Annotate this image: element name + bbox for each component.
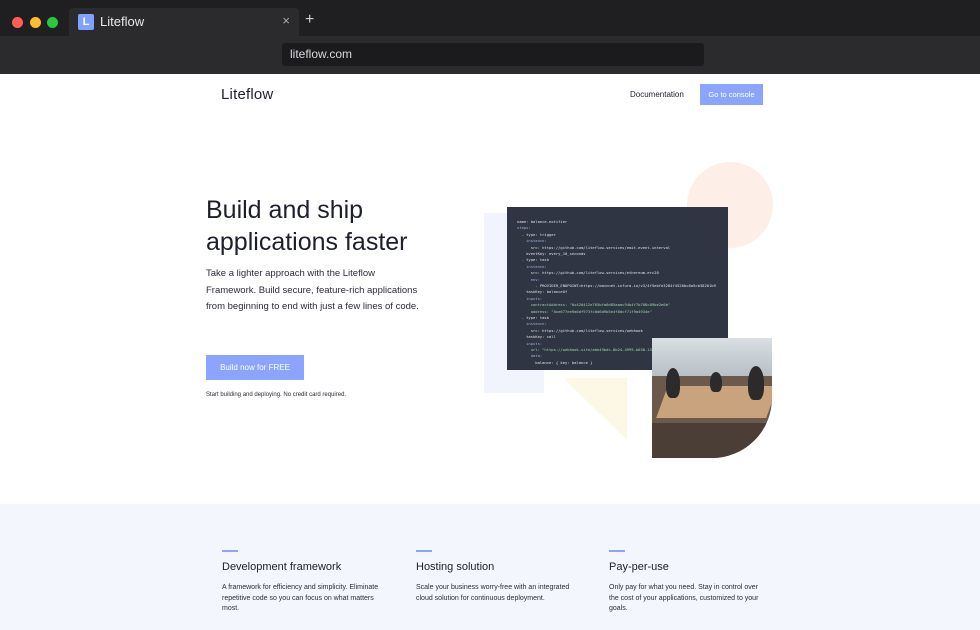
code-line: - PROVIDER_ENDPOINT=https://mainnet.infu… — [517, 283, 716, 288]
webpage: Liteflow Documentation Go to console Bui… — [0, 74, 980, 630]
features-section: Development framework A framework for ef… — [0, 504, 980, 630]
feature-text: Only pay for what you need. Stay in cont… — [609, 584, 759, 612]
feature-pay-per-use: Pay-per-use Only pay for what you need. … — [609, 550, 769, 615]
code-line: instance: — [517, 263, 547, 269]
cta-note: Start building and deploying. No credit … — [206, 392, 347, 398]
code-line: inputs: — [517, 295, 543, 301]
photo-floor — [652, 423, 772, 458]
code-line: src: https://github.com/liteflow-service… — [517, 327, 643, 333]
feature-title: Development framework — [222, 561, 342, 573]
code-line: src: https://github.com/liteflow-service… — [517, 270, 659, 276]
code-line: instance: — [517, 238, 547, 244]
photo-person — [748, 366, 764, 400]
code-line: - type: trigger — [517, 231, 556, 237]
feature-accent-bar — [222, 550, 238, 552]
code-line: eventKey: every_10_seconds — [517, 251, 586, 256]
decorative-shape — [563, 378, 627, 440]
feature-hosting: Hosting solution Scale your business wor… — [416, 550, 576, 604]
build-now-button[interactable]: Build now for FREE — [206, 355, 304, 380]
code-line: inputs: — [517, 340, 543, 346]
code-line: taskKey: call — [517, 334, 556, 340]
hero-description: Take a lighter approach with the Liteflo… — [206, 268, 419, 312]
site-logo[interactable]: Liteflow — [221, 86, 273, 103]
tab-close-icon[interactable]: × — [282, 13, 290, 28]
feature-development: Development framework A framework for ef… — [222, 550, 382, 615]
close-window-button[interactable] — [12, 17, 23, 28]
maximize-window-button[interactable] — [47, 17, 58, 28]
feature-accent-bar — [609, 550, 625, 552]
feature-accent-bar — [416, 550, 432, 552]
feature-text: A framework for efficiency and simplicit… — [222, 584, 379, 612]
tab-title: Liteflow — [100, 14, 145, 29]
new-tab-icon[interactable]: + — [305, 12, 314, 28]
hero-title: Build and ship applications faster — [206, 196, 408, 256]
favicon-icon: L — [78, 14, 94, 30]
browser-chrome: L Liteflow × + liteflow.com — [0, 0, 980, 74]
browser-tab[interactable]: L Liteflow × — [69, 8, 299, 36]
code-line: address: "0xe677ee9a6df973fc0d6d9b5e4f8d… — [517, 308, 652, 314]
feature-title: Hosting solution — [416, 561, 495, 573]
code-line: data: — [517, 353, 543, 359]
code-line: taskKey: balanceOf — [517, 289, 568, 295]
go-to-console-button[interactable]: Go to console — [700, 84, 763, 105]
code-line: - type: task — [517, 315, 550, 320]
address-bar-url: liteflow.com — [290, 47, 353, 61]
tab-strip: L Liteflow × + — [0, 0, 980, 36]
code-line: contractAddress: "0x420412e765bfa6d85aaa… — [517, 302, 671, 308]
photo-person — [710, 372, 722, 392]
code-line: env: — [517, 276, 540, 282]
code-line: name: balance-notifier — [517, 219, 568, 224]
feature-text: Scale your business worry-free with an i… — [416, 584, 570, 602]
code-line: url: "https://webhook.site/abe49bdc-8b24… — [517, 347, 659, 352]
code-line: instance: — [517, 321, 547, 327]
minimize-window-button[interactable] — [30, 17, 41, 28]
photo-person — [666, 368, 680, 398]
code-line: steps: — [517, 225, 531, 231]
code-line: - type: task — [517, 257, 550, 263]
code-line: balance: { key: balance } — [517, 359, 593, 365]
feature-title: Pay-per-use — [609, 561, 669, 573]
address-bar[interactable]: liteflow.com — [282, 43, 704, 66]
documentation-link[interactable]: Documentation — [630, 90, 684, 99]
code-line: src: https://github.com/liteflow-service… — [517, 244, 671, 250]
team-photo — [652, 338, 772, 458]
